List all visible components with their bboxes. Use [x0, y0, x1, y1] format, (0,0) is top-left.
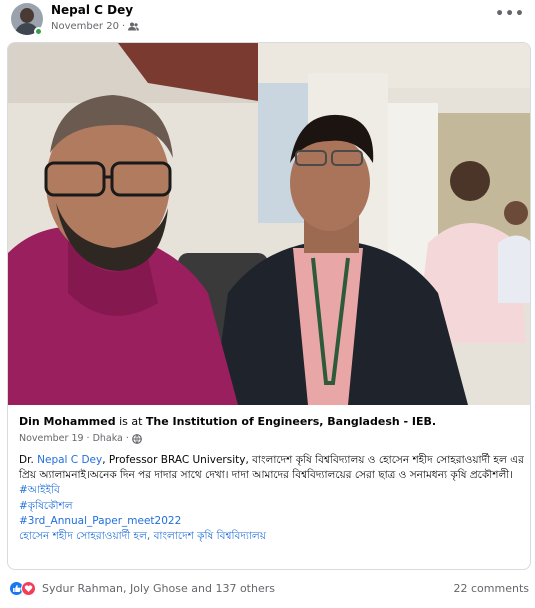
location-tag-link[interactable]: হোসেন শহীদ সোহরাওয়ার্দী হল, বাংলাদেশ কৃ…	[19, 529, 524, 544]
shared-post-meta: November 19 · Dhaka ·	[19, 433, 524, 444]
love-icon	[21, 581, 36, 596]
separator-dot: ·	[121, 21, 126, 32]
shared-post-text: Dr. Nepal C Dey, Professor BRAC Universi…	[19, 453, 524, 544]
shared-post-content: Din Mohammed is at The Institution of En…	[19, 415, 524, 544]
is-at-text: is at	[119, 415, 143, 428]
shared-post-card[interactable]: Din Mohammed is at The Institution of En…	[7, 42, 531, 570]
tagged-person-link[interactable]: Nepal C Dey	[37, 454, 102, 466]
post-meta: November 20 ·	[51, 21, 140, 32]
hashtag-ieb[interactable]: #আইইবি	[19, 483, 524, 498]
shared-author-name[interactable]: Din Mohammed	[19, 415, 116, 428]
post-author-name[interactable]: Nepal C Dey	[51, 3, 133, 17]
comments-count[interactable]: 22 comments	[454, 582, 530, 595]
globe-icon	[132, 433, 142, 444]
shared-post-title: Din Mohammed is at The Institution of En…	[19, 415, 524, 429]
more-options-icon[interactable]: •••	[495, 6, 525, 22]
reaction-icons[interactable]	[9, 581, 36, 596]
photo-image	[8, 43, 530, 405]
friends-icon	[128, 22, 140, 31]
post-date[interactable]: November 20	[51, 21, 119, 32]
post-photo[interactable]	[8, 43, 530, 405]
separator-dot: ·	[86, 433, 90, 444]
hashtag-agri-engineering[interactable]: #কৃষিকৌশল	[19, 499, 524, 514]
checkin-place[interactable]: The Institution of Engineers, Bangladesh…	[146, 415, 436, 428]
reactions-summary[interactable]: Sydur Rahman, Joly Ghose and 137 others	[42, 582, 275, 595]
shared-post-location[interactable]: Dhaka	[93, 433, 123, 444]
shared-post-date[interactable]: November 19	[19, 433, 84, 444]
reactions-bar: Sydur Rahman, Joly Ghose and 137 others …	[0, 576, 535, 602]
hashtag-paper-meet[interactable]: #3rd_Annual_Paper_meet2022	[19, 514, 524, 529]
body-prefix: Dr.	[19, 454, 34, 466]
online-status-indicator	[34, 27, 43, 36]
post-header: Nepal C Dey November 20 · •••	[0, 0, 535, 40]
separator-dot: ·	[125, 433, 129, 444]
